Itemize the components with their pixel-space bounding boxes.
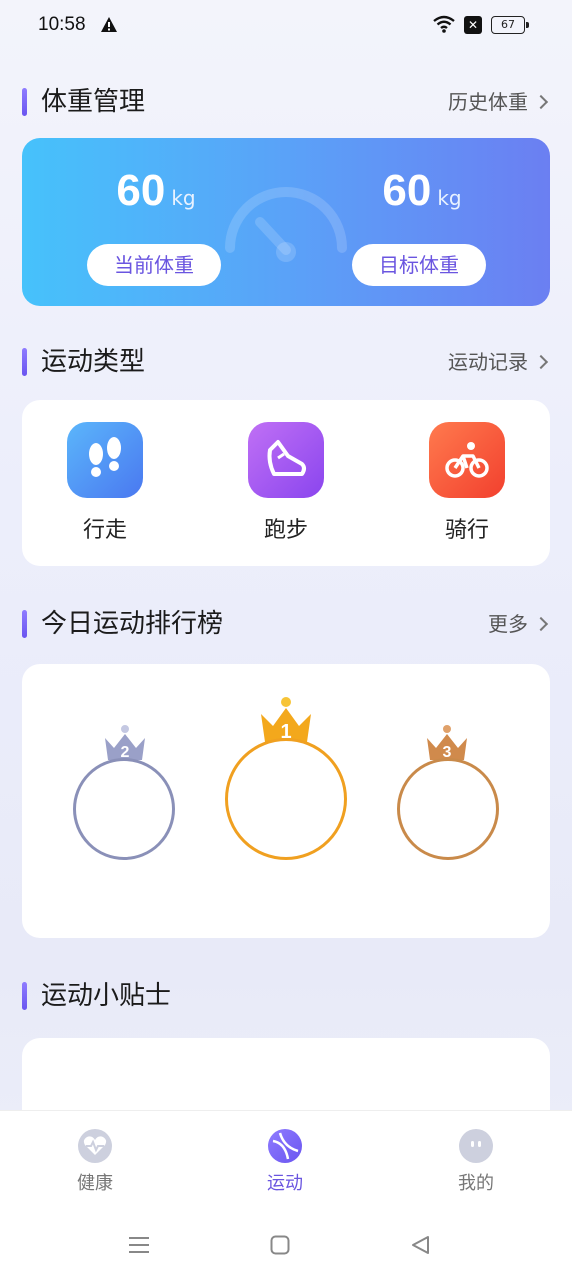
chevron-right-icon [533,616,549,632]
section-accent-bar [22,88,27,116]
sport-type-card: 行走 跑步 骑行 [22,400,550,566]
heart-pulse-icon [78,1129,112,1163]
sport-item-cycle[interactable]: 骑行 [412,422,522,544]
bottom-nav: 健康 运动 我的 [0,1110,572,1280]
nav-item-health[interactable]: 健康 [50,1129,140,1195]
nav-label: 运动 [267,1173,303,1194]
current-weight-button[interactable]: 当前体重 [87,244,221,286]
crown-bronze-icon: 3 [427,725,467,761]
chevron-right-icon [533,354,549,370]
sport-section-header: 运动类型 运动记录 [22,344,550,380]
nav-item-sport[interactable]: 运动 [240,1129,330,1195]
weight-history-label: 历史体重 [448,90,528,114]
scale-gauge-icon [225,187,347,262]
no-sim-icon: ✕ [464,16,482,34]
weight-history-link[interactable]: 历史体重 [448,86,550,118]
tips-section-header: 运动小贴士 [22,978,550,1014]
target-weight-value: 60 [382,166,432,215]
battery-icon: 67 [491,16,529,34]
back-triangle-icon[interactable] [410,1235,430,1255]
running-shoe-icon [248,422,324,498]
weight-section-header: 体重管理 历史体重 [22,84,550,120]
sport-record-label: 运动记录 [448,350,528,374]
sport-ball-icon [268,1129,302,1163]
crown-silver-icon: 2 [105,725,145,761]
sport-item-run[interactable]: 跑步 [231,422,341,544]
nav-label: 我的 [458,1173,494,1194]
current-weight-value: 60 [116,166,166,215]
current-weight: 60 kg [86,166,226,216]
section-accent-bar [22,610,27,638]
wifi-icon [433,15,455,33]
tips-section-title: 运动小贴士 [41,981,172,1011]
ranking-card: 2 1 3 [22,664,550,938]
sport-section-title: 运动类型 [41,347,146,377]
sport-item-label: 骑行 [444,518,489,543]
footprints-icon [67,422,143,498]
rank-3-avatar[interactable] [397,758,499,860]
ranking-more-link[interactable]: 更多 [488,608,550,640]
nav-label: 健康 [77,1173,113,1194]
section-accent-bar [22,348,27,376]
ranking-more-label: 更多 [488,612,528,636]
smiley-icon [459,1129,493,1163]
bicycle-icon [429,422,505,498]
current-weight-unit: kg [171,186,196,210]
crown-gold-icon: 1 [261,697,311,743]
target-weight-button[interactable]: 目标体重 [352,244,486,286]
section-accent-bar [22,982,27,1010]
sport-item-label: 行走 [82,518,127,543]
warning-icon [101,17,117,32]
menu-icon[interactable] [128,1235,150,1255]
target-weight: 60 kg [352,166,492,216]
rank-1-avatar[interactable] [225,738,347,860]
sport-item-walk[interactable]: 行走 [50,422,160,544]
target-weight-unit: kg [437,186,462,210]
ranking-section-title: 今日运动排行榜 [41,609,224,639]
weight-section-title: 体重管理 [41,87,146,117]
chevron-right-icon [533,94,549,110]
nav-item-mine[interactable]: 我的 [431,1129,521,1195]
sport-item-label: 跑步 [263,518,308,543]
ranking-section-header: 今日运动排行榜 更多 [22,606,550,642]
weight-card: 60 kg 当前体重 60 kg 目标体重 [22,138,550,306]
home-square-icon[interactable] [270,1235,290,1255]
rank-2-avatar[interactable] [73,758,175,860]
sport-record-link[interactable]: 运动记录 [448,346,550,378]
status-time: 10:58 [38,14,86,35]
status-bar: 10:58 ✕ 67 [0,0,572,52]
